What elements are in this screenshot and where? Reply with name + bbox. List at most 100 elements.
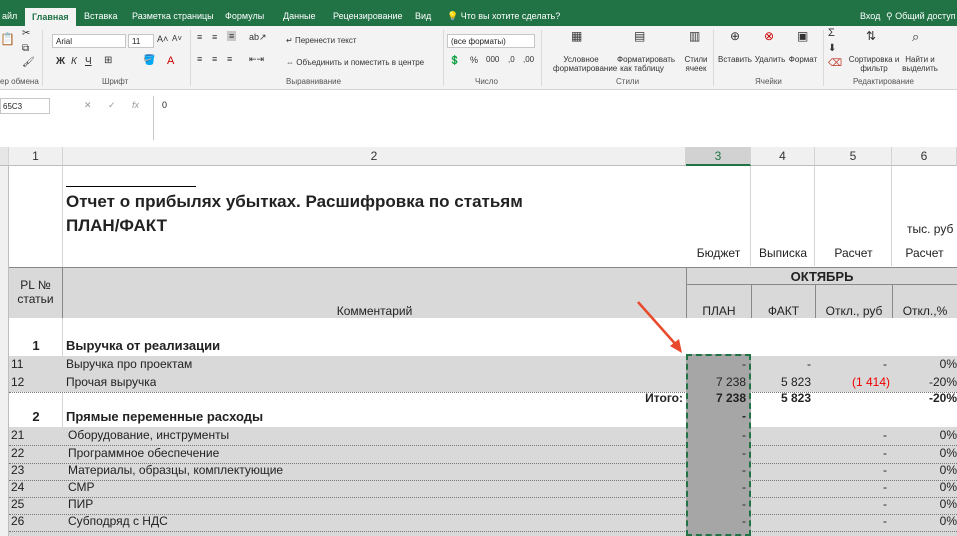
copy-selection-marquee[interactable]: [686, 354, 751, 536]
editing-group-label: Редактирование: [853, 77, 914, 86]
conditional-format-icon[interactable]: ▦: [571, 29, 582, 43]
styles-group-label: Стили: [616, 77, 640, 86]
pl-number-header: PL № статьи: [9, 267, 63, 318]
conditional-format-button[interactable]: Условное форматирование: [553, 55, 617, 73]
sort-filter-button[interactable]: Сортировка и фильтр: [847, 55, 901, 73]
cancel-icon[interactable]: ✕: [84, 100, 92, 111]
format-table-button[interactable]: Форматировать как таблицу: [617, 55, 675, 73]
insert-cells-icon[interactable]: ⊕: [730, 29, 740, 43]
align-top-icon[interactable]: ≡: [197, 32, 202, 42]
insert-function-icon[interactable]: fx: [132, 100, 139, 110]
column-header-3[interactable]: 3: [686, 147, 751, 166]
italic-button[interactable]: К: [71, 57, 77, 67]
row-11-deviation: -: [883, 357, 887, 371]
section-2-title: Прямые переменные расходы: [66, 409, 264, 424]
increase-decimal-icon[interactable]: ,0: [508, 55, 515, 64]
worksheet-grid[interactable]: 1 2 3 4 5 6 Отчет о прибылях убытках. Ра…: [0, 147, 957, 536]
merge-center-button[interactable]: ⇔ Объединить и поместить в центре: [286, 58, 424, 67]
tab-insert[interactable]: Вставка: [84, 11, 117, 21]
copy-icon[interactable]: ⧉: [22, 43, 29, 54]
cell-styles-icon[interactable]: ▥: [689, 29, 700, 43]
column-header-6[interactable]: 6: [892, 147, 957, 166]
share-label: Общий доступ: [895, 11, 956, 21]
fill-icon[interactable]: ⬇: [828, 43, 836, 54]
signin-link[interactable]: Вход: [860, 11, 880, 21]
share-button[interactable]: ⚲ Общий доступ: [886, 11, 956, 22]
shrink-font-icon[interactable]: A˅: [172, 34, 182, 43]
align-middle-icon[interactable]: ≡: [212, 32, 217, 42]
cut-icon[interactable]: ✂: [22, 28, 30, 39]
cell-styles-button[interactable]: Стили ячеек: [680, 55, 712, 73]
font-size-select[interactable]: 11: [128, 34, 154, 48]
font-color-icon[interactable]: A: [167, 55, 174, 67]
row-22-deviation: -: [883, 446, 887, 460]
row-21-deviation: -: [883, 428, 887, 442]
column-header-4[interactable]: 4: [751, 147, 815, 166]
format-cells-icon[interactable]: ▣: [797, 29, 808, 43]
formula-bar: 65C3 ✕ ✓ fx 0: [0, 96, 957, 140]
row-25-number: 25: [11, 497, 25, 511]
wrap-text-button[interactable]: ↵ Перенести текст: [286, 36, 357, 45]
tab-formulas[interactable]: Формулы: [225, 11, 264, 21]
tab-page-layout[interactable]: Разметка страницы: [132, 11, 214, 21]
row-11-fact: -: [807, 357, 811, 371]
align-center-icon[interactable]: ≡: [212, 54, 217, 64]
column-header-5[interactable]: 5: [815, 147, 892, 166]
format-table-icon[interactable]: ▤: [634, 29, 645, 43]
grow-font-icon[interactable]: A˄: [157, 34, 168, 44]
title-bar: [0, 0, 957, 8]
percent-icon[interactable]: %: [470, 55, 478, 65]
row-22-pct: 0%: [939, 446, 957, 460]
clipboard-group-label: ер обмена: [0, 77, 39, 86]
sort-filter-icon[interactable]: ⇅: [866, 29, 876, 43]
tab-review[interactable]: Рецензирование: [333, 11, 403, 21]
row-24-deviation: -: [883, 480, 887, 494]
column-header-1[interactable]: 1: [9, 147, 63, 166]
delete-cells-icon[interactable]: ⊗: [764, 29, 774, 43]
bold-button[interactable]: Ж: [56, 57, 65, 67]
tab-view[interactable]: Вид: [415, 11, 431, 21]
align-left-icon[interactable]: ≡: [197, 54, 202, 64]
section-1-title: Выручка от реализации: [66, 338, 221, 353]
autosum-icon[interactable]: Σ: [828, 27, 835, 39]
insert-cells-button[interactable]: Вставить: [716, 55, 754, 64]
indent-icon[interactable]: ⇤⇥: [249, 54, 264, 65]
row-headers[interactable]: [0, 166, 9, 536]
format-painter-icon[interactable]: 🖌: [22, 57, 35, 68]
align-bottom-icon[interactable]: ≡: [227, 31, 237, 41]
source-budget: Бюджет: [696, 246, 741, 260]
fill-color-icon[interactable]: 🪣: [143, 55, 155, 66]
align-right-icon[interactable]: ≡: [227, 54, 232, 64]
divider: [713, 30, 714, 86]
font-name-select[interactable]: Arial: [52, 34, 126, 48]
decrease-decimal-icon[interactable]: ,00: [523, 55, 534, 64]
row-26-name: Субподряд с НДС: [68, 514, 168, 528]
clear-icon[interactable]: ⌫: [828, 58, 842, 69]
tab-data[interactable]: Данные: [283, 11, 316, 21]
merge-center-label: Объединить и поместить в центре: [296, 58, 425, 67]
delete-cells-button[interactable]: Удалить: [753, 55, 787, 64]
column-header-2[interactable]: 2: [63, 147, 686, 166]
tell-me-box[interactable]: 💡 Что вы хотите сделать?: [447, 11, 560, 22]
tab-file[interactable]: айл: [2, 11, 17, 21]
row-25-pct: 0%: [939, 497, 957, 511]
borders-icon[interactable]: ⊞: [104, 55, 112, 66]
number-format-select[interactable]: (все форматы): [447, 34, 535, 48]
paste-icon[interactable]: 📋: [0, 32, 15, 46]
row-12-name: Прочая выручка: [66, 375, 157, 389]
name-box[interactable]: 65C3: [0, 98, 50, 114]
formula-input[interactable]: 0: [153, 96, 957, 140]
total-pct: -20%: [928, 391, 957, 405]
select-all-corner[interactable]: [0, 147, 9, 166]
font-group-label: Шрифт: [102, 77, 129, 86]
enter-icon[interactable]: ✓: [108, 100, 116, 111]
row-11-pct: 0%: [939, 357, 957, 371]
currency-icon[interactable]: 💲: [449, 55, 460, 66]
find-select-button[interactable]: Найти и выделить: [898, 55, 942, 73]
tab-home[interactable]: Главная: [25, 8, 76, 26]
orientation-icon[interactable]: ab↗: [249, 32, 267, 43]
underline-button[interactable]: Ч: [85, 57, 92, 67]
comma-icon[interactable]: 000: [486, 55, 499, 64]
format-cells-button[interactable]: Формат: [786, 55, 820, 64]
find-select-icon[interactable]: ⌕: [912, 29, 919, 45]
